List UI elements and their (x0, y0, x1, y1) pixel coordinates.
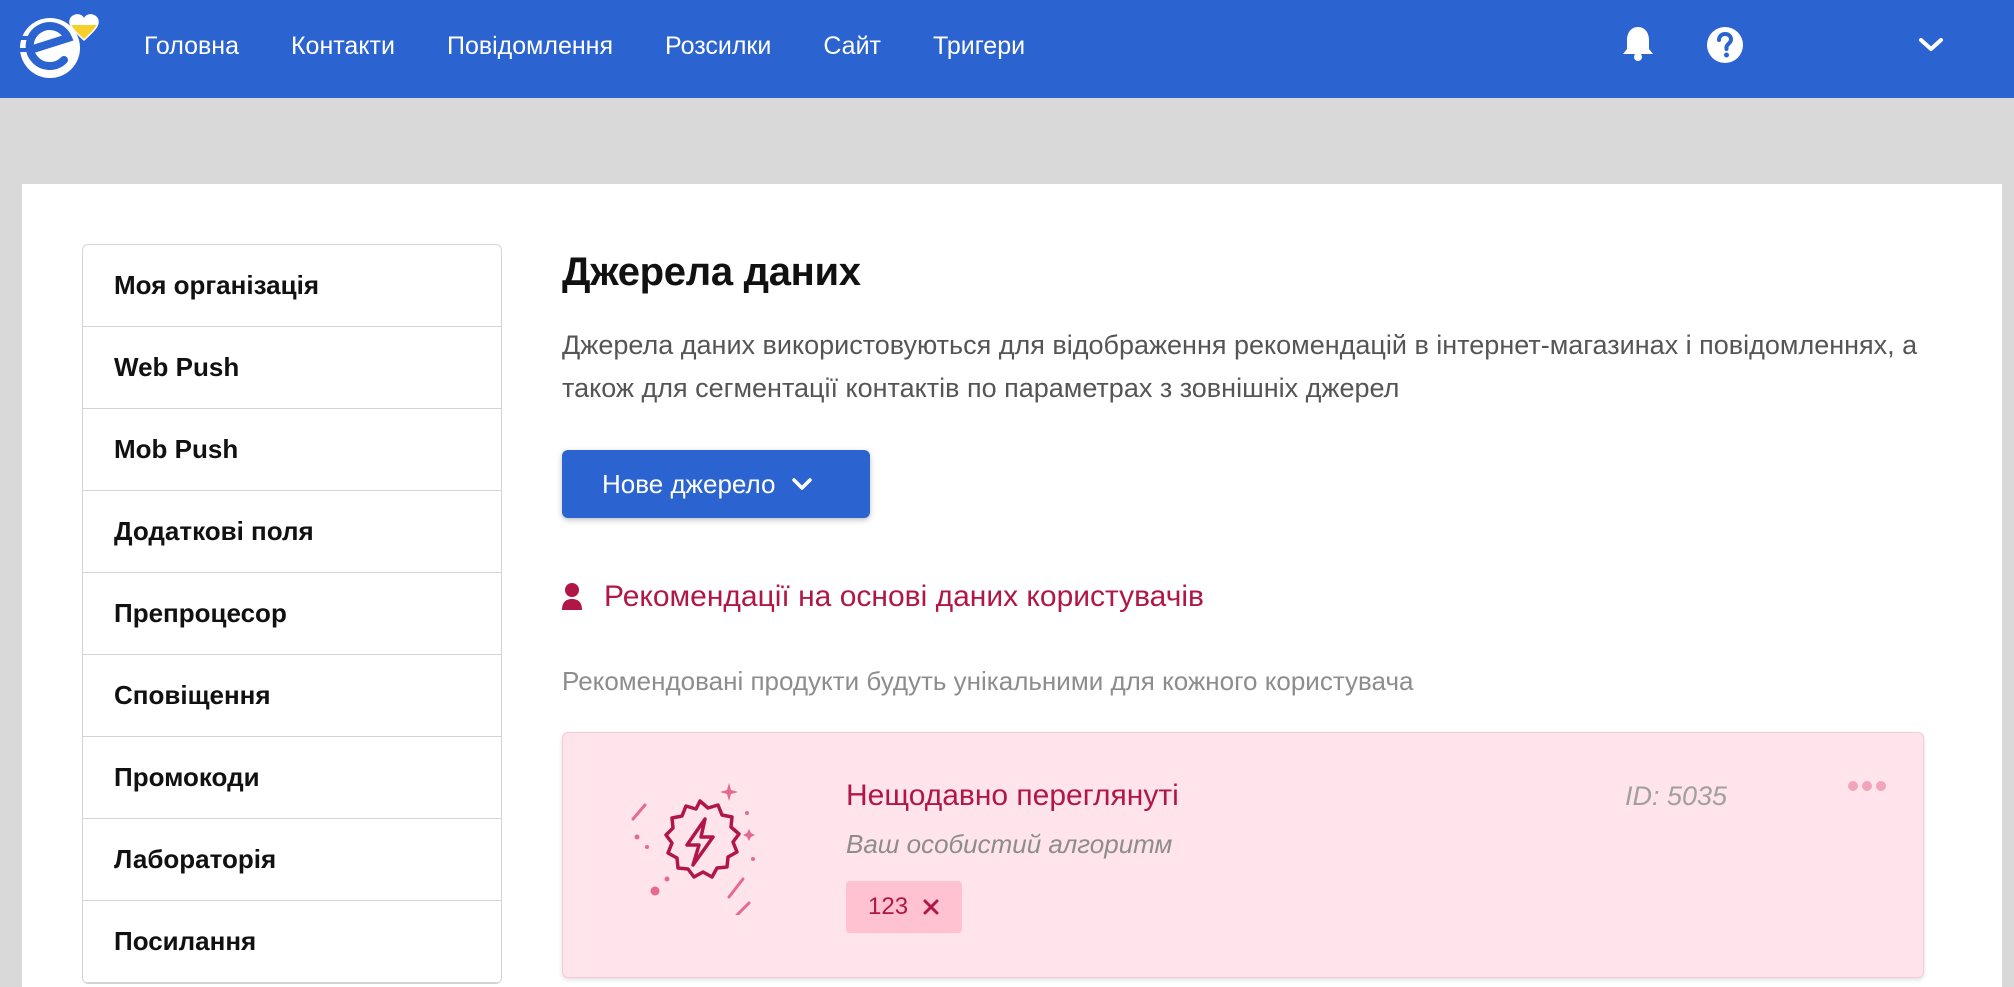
tag-chip: 123 (846, 881, 963, 933)
recommendation-subtitle: Ваш особистий алгоритм (846, 829, 1173, 859)
nav-item-triggers[interactable]: Тригери (933, 32, 1025, 61)
settings-sidebar: Моя організація Web Push Mob Push Додатк… (82, 244, 502, 984)
section-subtitle: Рекомендовані продукти будуть унікальним… (562, 666, 1414, 696)
lightning-badge-icon (631, 783, 755, 915)
nav-item-contacts[interactable]: Контакти (291, 32, 395, 61)
sidebar-item-organization[interactable]: Моя організація (83, 245, 501, 327)
new-source-button-label: Нове джерело (602, 468, 776, 499)
page-description: Джерела даних використовуються для відоб… (562, 330, 1918, 403)
new-source-button[interactable]: Нове джерело (562, 450, 870, 518)
logo-icon[interactable] (18, 8, 118, 88)
sidebar-item-notifications[interactable]: Сповіщення (83, 655, 501, 737)
sidebar-item-laboratory[interactable]: Лабораторія (83, 819, 501, 901)
recommendation-title[interactable]: Нещодавно переглянуті (846, 779, 1179, 813)
user-icon (562, 583, 582, 610)
bell-icon[interactable] (1622, 24, 1654, 62)
sidebar-item-preprocessor[interactable]: Препроцесор (83, 573, 501, 655)
recommendation-id: ID: 5035 (1625, 781, 1728, 811)
sidebar-item-additional-fields[interactable]: Додаткові поля (83, 491, 501, 573)
sidebar-item-mob-push[interactable]: Mob Push (83, 409, 501, 491)
recommendation-card[interactable]: Нещодавно переглянуті Ваш особистий алго… (562, 732, 1924, 978)
main-card: Моя організація Web Push Mob Push Додатк… (22, 184, 2002, 987)
account-menu-chevron-icon[interactable] (1918, 36, 1944, 54)
section-header: Рекомендації на основі даних користувачі… (562, 580, 1204, 614)
section-title: Рекомендації на основі даних користувачі… (604, 580, 1204, 613)
chevron-down-icon (792, 478, 813, 490)
sidebar-item-web-push[interactable]: Web Push (83, 327, 501, 409)
nav-item-site[interactable]: Сайт (823, 32, 881, 61)
help-icon[interactable] (1706, 26, 1744, 64)
nav-item-home[interactable]: Головна (144, 32, 239, 61)
nav-item-messages[interactable]: Повідомлення (447, 32, 613, 61)
sidebar-item-promocodes[interactable]: Промокоди (83, 737, 501, 819)
tag-label: 123 (868, 893, 909, 920)
remove-tag-icon[interactable] (922, 898, 940, 916)
more-options-icon[interactable] (1847, 779, 1887, 793)
sidebar-item-links[interactable]: Посилання (83, 901, 501, 983)
main-nav: Головна Контакти Повідомлення Розсилки С… (144, 0, 1077, 92)
top-navbar: Головна Контакти Повідомлення Розсилки С… (0, 0, 2014, 98)
nav-item-campaigns[interactable]: Розсилки (665, 32, 771, 61)
page-title: Джерела даних (562, 250, 861, 294)
